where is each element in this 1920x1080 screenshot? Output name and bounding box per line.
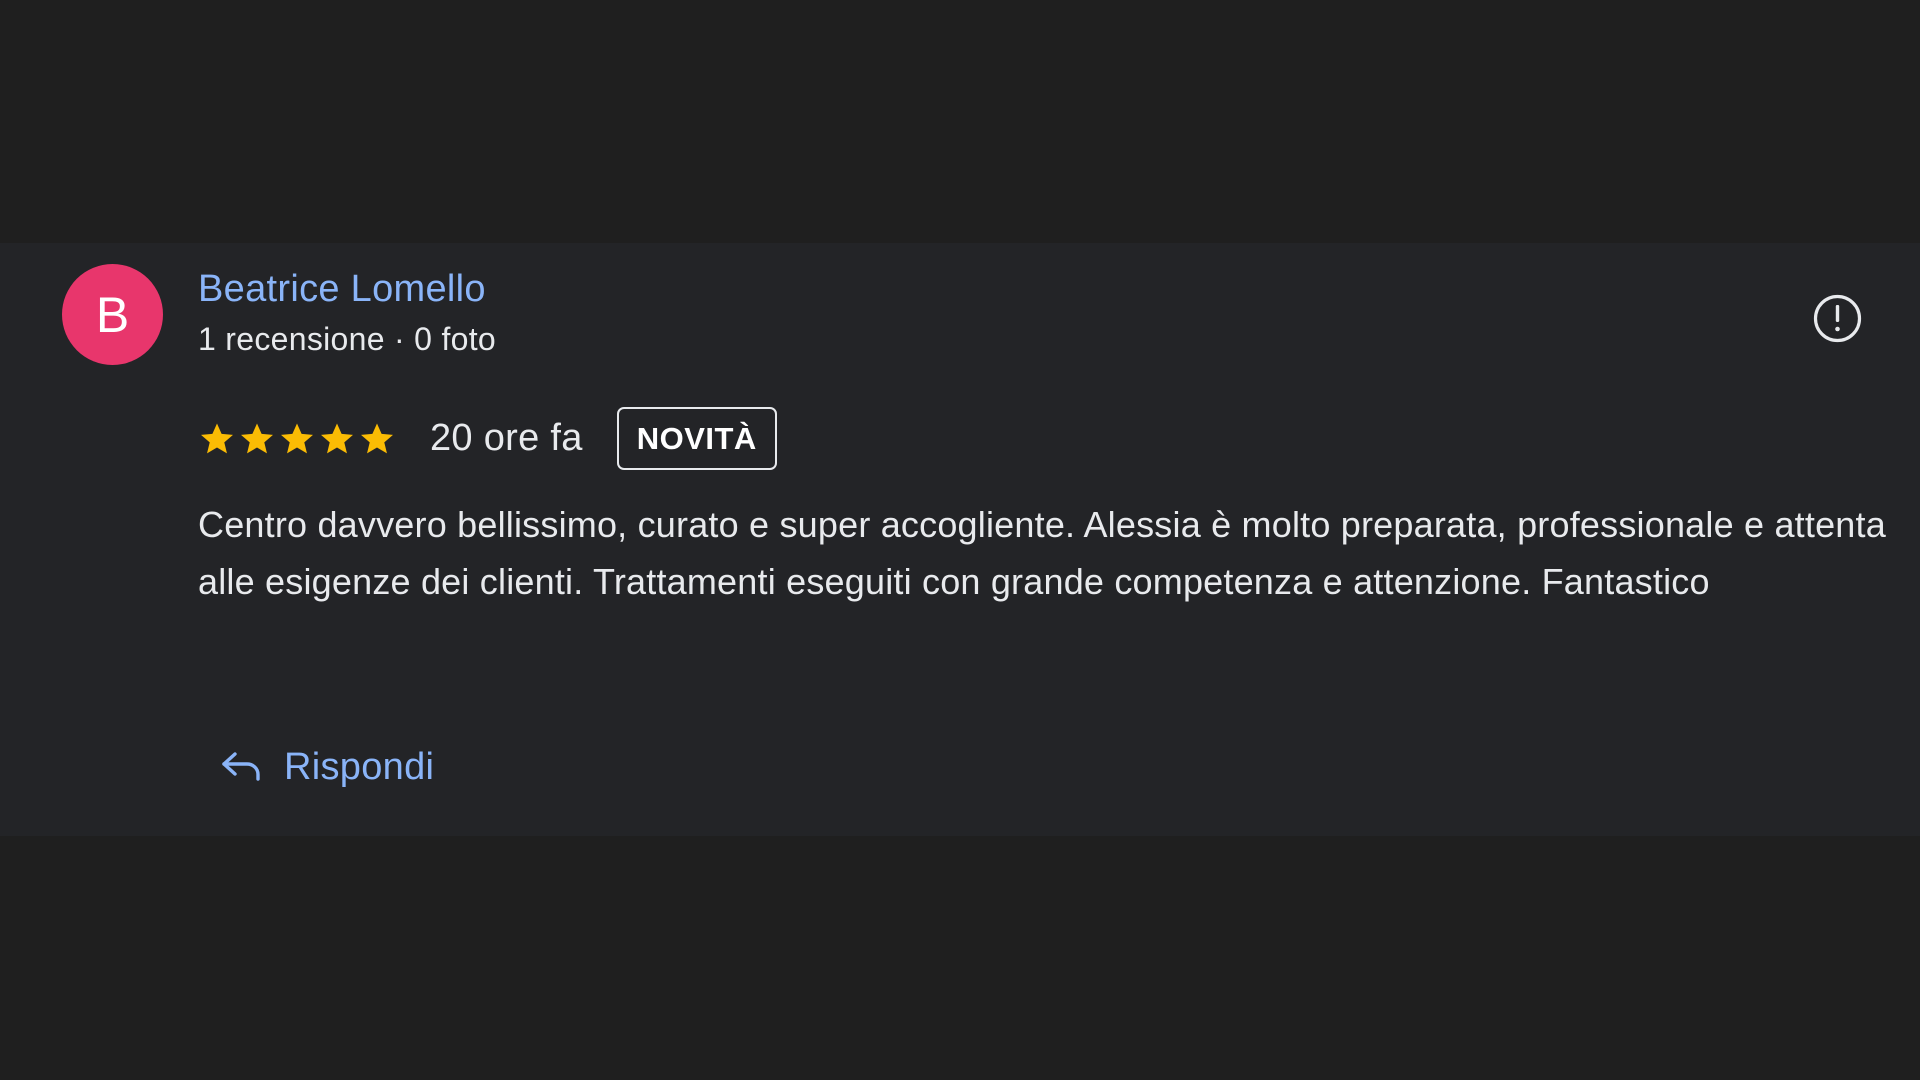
star-icon <box>358 420 396 458</box>
star-icon <box>278 420 316 458</box>
reply-icon <box>220 750 262 784</box>
review-text: Centro davvero bellissimo, curato e supe… <box>198 504 1886 602</box>
new-badge: NOVITÀ <box>616 407 777 470</box>
report-icon <box>1812 293 1863 344</box>
author-meta: 1 recensione · 0 foto <box>198 321 497 357</box>
reply-label: Rispondi <box>284 745 435 788</box>
review-time: 20 ore fa <box>430 417 583 459</box>
star-icon <box>198 420 236 458</box>
report-button[interactable] <box>1812 293 1863 344</box>
avatar[interactable]: B <box>62 264 163 365</box>
star-rating <box>198 420 396 458</box>
review-card: B Beatrice Lomello 1 recensione · 0 foto… <box>0 243 1920 836</box>
author-name[interactable]: Beatrice Lomello <box>198 268 486 311</box>
reply-button[interactable]: Rispondi <box>220 739 434 795</box>
rating-row: 20 ore fa NOVITÀ <box>198 405 777 472</box>
avatar-initial: B <box>95 286 130 343</box>
star-icon <box>318 420 356 458</box>
star-icon <box>238 420 276 458</box>
